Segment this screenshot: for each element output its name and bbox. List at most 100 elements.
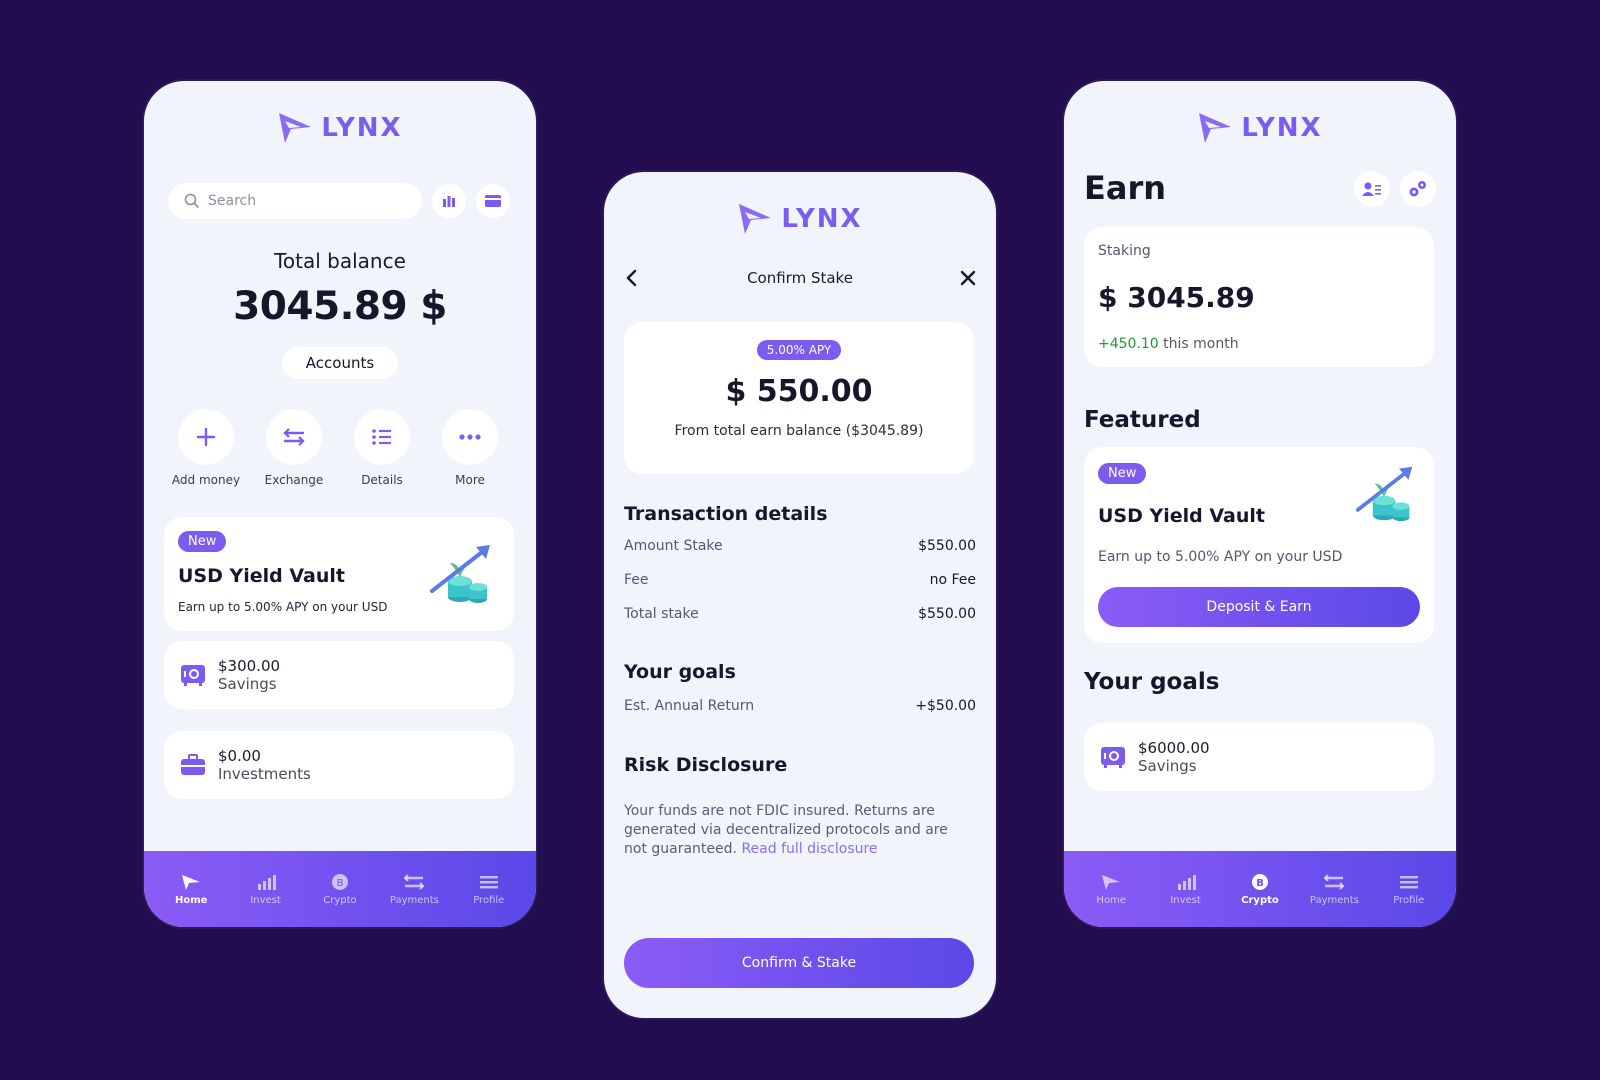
more-icon xyxy=(459,434,481,440)
add-money-button[interactable]: Add money xyxy=(166,409,246,487)
tab-crypto-label: Crypto xyxy=(1241,894,1279,906)
stake-amount: $ 550.00 xyxy=(725,374,873,409)
vault-title: USD Yield Vault xyxy=(178,565,345,587)
safe-icon xyxy=(181,665,205,686)
tab-payments-label: Payments xyxy=(389,894,439,906)
earn-screen: LYNX Earn Staking $ 3045.89 +450.10 this… xyxy=(1064,81,1456,927)
total-balance-value: 3045.89 $ xyxy=(233,284,447,329)
featured-title: Featured xyxy=(1084,407,1201,433)
more-button[interactable]: More xyxy=(430,409,510,487)
total-stake-value: $550.00 xyxy=(918,606,976,622)
search-icon xyxy=(184,193,200,209)
risk-disclosure-text: Your funds are not FDIC insured. Returns… xyxy=(624,802,966,859)
tab-home[interactable]: Home xyxy=(1078,873,1144,906)
fee-label: Fee xyxy=(624,572,649,588)
fee-row: Fee no Fee xyxy=(624,572,976,588)
tab-profile-label: Profile xyxy=(1393,894,1425,906)
lynx-logo-icon xyxy=(739,204,772,234)
stats-button[interactable] xyxy=(432,184,466,218)
stake-nav: Confirm Stake xyxy=(624,264,976,292)
total-balance-label: Total balance xyxy=(274,249,406,273)
lynx-logo-icon xyxy=(279,113,312,143)
logo: LYNX xyxy=(144,111,536,145)
bottom-tab-bar: Home Invest B Crypto Payments Profile xyxy=(1064,851,1456,927)
stake-source: From total earn balance ($3045.89) xyxy=(674,423,924,439)
goals-title: Your goals xyxy=(624,661,736,683)
vault-subtitle: Earn up to 5.00% APY on your USD xyxy=(178,600,388,614)
details-button[interactable]: Details xyxy=(342,409,422,487)
investments-name: Investments xyxy=(218,765,311,783)
tab-crypto[interactable]: B Crypto xyxy=(1227,873,1293,906)
details-label: Details xyxy=(361,473,403,487)
tab-crypto-label: Crypto xyxy=(323,894,357,906)
tab-profile[interactable]: Profile xyxy=(456,873,522,906)
total-stake-label: Total stake xyxy=(624,606,699,622)
savings-account-card[interactable]: $300.00 Savings xyxy=(164,641,514,709)
tab-crypto[interactable]: B Crypto xyxy=(307,873,373,906)
menu-icon xyxy=(1399,875,1418,888)
tab-invest[interactable]: Invest xyxy=(1153,873,1219,906)
menu-icon xyxy=(479,875,498,888)
svg-text:B: B xyxy=(1256,878,1264,889)
read-disclosure-link[interactable]: Read full disclosure xyxy=(741,841,877,857)
settings-button[interactable] xyxy=(1400,171,1436,207)
list-icon xyxy=(372,429,391,445)
tab-payments[interactable]: Payments xyxy=(381,873,447,906)
home-logo-icon xyxy=(1102,874,1121,890)
tab-invest-label: Invest xyxy=(1170,894,1201,906)
apy-badge: 5.00% APY xyxy=(756,340,842,360)
tab-payments[interactable]: Payments xyxy=(1301,873,1367,906)
investments-account-card[interactable]: $0.00 Investments xyxy=(164,731,514,799)
bar-chart-icon xyxy=(443,196,455,207)
staking-value: $ 3045.89 xyxy=(1098,281,1255,314)
more-label: More xyxy=(455,473,485,487)
logo-text: LYNX xyxy=(1241,113,1323,143)
exchange-button[interactable]: Exchange xyxy=(254,409,334,487)
card-icon xyxy=(485,195,501,207)
monthly-change-suffix: this month xyxy=(1163,336,1239,352)
page-title: Earn xyxy=(1084,169,1167,207)
total-stake-row: Total stake $550.00 xyxy=(624,606,976,622)
staking-label: Staking xyxy=(1098,243,1151,259)
tab-invest-label: Invest xyxy=(250,894,281,906)
lynx-logo-icon xyxy=(1199,113,1232,143)
savings-name: Savings xyxy=(218,675,277,693)
growth-coins-icon xyxy=(1355,466,1413,522)
vault-card[interactable]: New USD Yield Vault Earn up to 5.00% APY… xyxy=(164,517,514,631)
fee-value: no Fee xyxy=(929,572,976,588)
add-money-label: Add money xyxy=(171,473,241,487)
monthly-change: +450.10 this month xyxy=(1098,336,1239,352)
bottom-tab-bar: Home Invest B Crypto Payments Profile xyxy=(144,851,536,927)
annual-return-value: +$50.00 xyxy=(915,698,976,714)
tab-profile[interactable]: Profile xyxy=(1376,873,1442,906)
vault-subtitle: Earn up to 5.00% APY on your USD xyxy=(1098,549,1343,565)
user-list-icon xyxy=(1362,182,1381,196)
confirm-stake-button[interactable]: Confirm & Stake xyxy=(624,938,974,988)
transaction-details-title: Transaction details xyxy=(624,503,828,525)
tab-invest[interactable]: Invest xyxy=(233,873,299,906)
bitcoin-icon: B xyxy=(331,873,348,890)
featured-vault-card: New USD Yield Vault Earn up to 5.00% APY… xyxy=(1084,447,1434,643)
logo-text: LYNX xyxy=(781,204,863,234)
tab-payments-label: Payments xyxy=(1309,894,1359,906)
logo: LYNX xyxy=(1064,111,1456,145)
vault-title: USD Yield Vault xyxy=(1098,505,1265,527)
confirm-stake-screen: LYNX Confirm Stake 5.00% APY $ 550.00 Fr… xyxy=(604,172,996,1018)
tab-home[interactable]: Home xyxy=(158,873,224,906)
back-icon[interactable] xyxy=(624,269,640,287)
savings-goal-card[interactable]: $6000.00 Savings xyxy=(1084,723,1434,791)
accounts-button[interactable]: Accounts xyxy=(282,347,398,379)
tab-home-label: Home xyxy=(174,894,208,906)
payments-icon xyxy=(403,873,425,890)
annual-return-row: Est. Annual Return +$50.00 xyxy=(624,698,976,714)
close-icon[interactable] xyxy=(960,270,976,286)
contacts-button[interactable] xyxy=(1354,171,1390,207)
staking-card: Staking $ 3045.89 +450.10 this month xyxy=(1084,227,1434,367)
cards-button[interactable] xyxy=(476,184,510,218)
home-logo-icon xyxy=(182,874,201,890)
search-input[interactable]: Search xyxy=(168,183,422,219)
search-placeholder: Search xyxy=(208,193,257,209)
deposit-earn-button[interactable]: Deposit & Earn xyxy=(1098,587,1420,627)
svg-text:B: B xyxy=(337,878,344,889)
annual-return-label: Est. Annual Return xyxy=(624,698,755,714)
